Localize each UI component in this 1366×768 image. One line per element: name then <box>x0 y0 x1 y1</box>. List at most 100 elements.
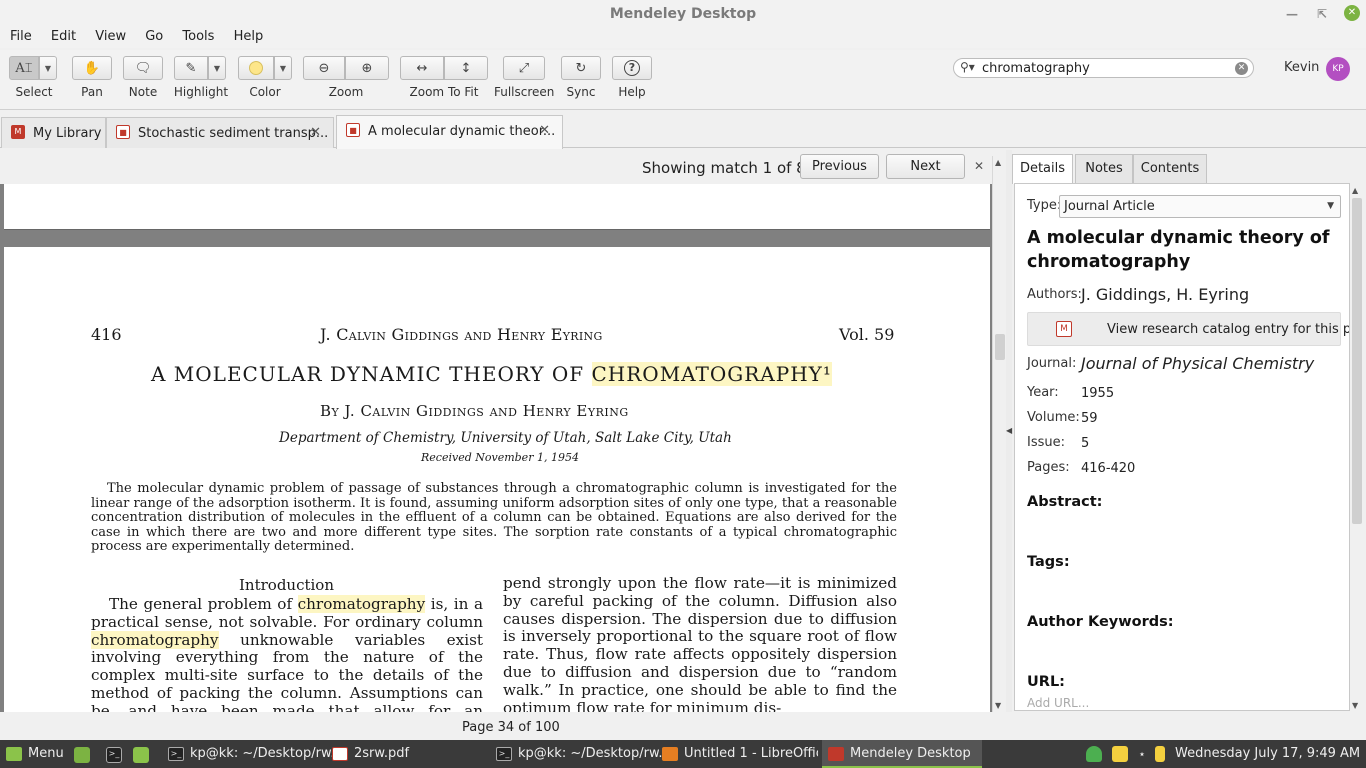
pdf-scrollbar[interactable]: ▲ ▼ <box>992 156 1006 712</box>
clear-search-icon[interactable]: ✕ <box>1235 62 1248 75</box>
previous-page <box>4 184 990 230</box>
close-window-icon[interactable]: ✕ <box>1344 5 1360 21</box>
terminal-icon: >_ <box>168 746 184 761</box>
pdf-page[interactable]: 416 J. Calvin Giddings and Henry Eyring … <box>4 247 990 712</box>
task-label: kp@kk: ~/Desktop/rw... <box>518 746 671 761</box>
type-select[interactable]: Journal Article ▼ <box>1059 195 1341 218</box>
pdf-icon: ■ <box>346 123 360 137</box>
highlight-dropdown-icon[interactable]: ▼ <box>208 56 226 80</box>
menu-view[interactable]: View <box>90 28 131 46</box>
pan-label: Pan <box>81 85 103 99</box>
start-menu-button[interactable]: Menu <box>6 740 64 768</box>
minimize-icon[interactable]: — <box>1282 4 1302 24</box>
note-icon[interactable]: 🗨 <box>123 56 163 80</box>
taskbar: Menu >_ >_ kp@kk: ~/Desktop/rw... 2srw.pd… <box>0 740 1366 768</box>
zoom-out-icon[interactable]: ⊖ <box>303 56 345 80</box>
search-icon[interactable]: ⚲▾ <box>960 60 975 74</box>
scroll-down-icon[interactable]: ▼ <box>995 701 1001 710</box>
task-terminal-1[interactable]: >_ kp@kk: ~/Desktop/rw... <box>160 740 343 768</box>
fit-height-icon[interactable]: ↕ <box>444 56 488 80</box>
color-dropdown-icon[interactable]: ▼ <box>274 56 292 80</box>
panel-splitter[interactable]: ◀ <box>1006 150 1012 712</box>
task-mendeley[interactable]: Mendeley Desktop <box>822 740 982 768</box>
files-launcher-icon[interactable] <box>133 747 149 763</box>
menu-go[interactable]: Go <box>140 28 168 46</box>
search-input[interactable]: chromatography <box>982 61 1090 76</box>
pan-hand-icon[interactable]: ✋ <box>72 56 112 80</box>
journal-value[interactable]: Journal of Physical Chemistry <box>1081 354 1314 373</box>
select-label: Select <box>15 85 53 99</box>
tab-contents[interactable]: Contents <box>1133 154 1207 184</box>
volume-value[interactable]: 59 <box>1081 411 1098 426</box>
fullscreen-icon[interactable]: ⤢ <box>503 56 545 80</box>
tab-notes[interactable]: Notes <box>1075 154 1133 184</box>
tab-molecular-dynamic-theory[interactable]: ■ A molecular dynamic theor... ✕ <box>336 115 563 149</box>
search-highlight: CHROMATOGRAPHY¹ <box>591 362 832 386</box>
pdf-viewer[interactable]: 416 J. Calvin Giddings and Henry Eyring … <box>0 184 992 712</box>
highlight-pen-icon[interactable]: ✎ <box>174 56 208 80</box>
tab-stochastic-sediment[interactable]: ■ Stochastic sediment transp... ✕ <box>106 117 334 148</box>
fullscreen-label: Fullscreen <box>494 85 555 99</box>
task-libreoffice[interactable]: Untitled 1 - LibreOffic... <box>658 740 818 768</box>
scroll-up-icon[interactable]: ▲ <box>1352 186 1358 195</box>
sync-icon[interactable]: ↻ <box>561 56 601 80</box>
scroll-up-icon[interactable]: ▲ <box>995 158 1001 167</box>
scroll-down-icon[interactable]: ▼ <box>1352 701 1358 710</box>
shield-icon[interactable] <box>1086 746 1102 762</box>
task-terminal-2[interactable]: >_ kp@kk: ~/Desktop/rw... <box>492 740 671 768</box>
previous-match-button[interactable]: Previous <box>800 154 879 179</box>
close-tab-icon[interactable]: ✕ <box>310 125 321 140</box>
user-name[interactable]: Kevin <box>1284 60 1319 75</box>
task-label: Mendeley Desktop <box>850 746 971 761</box>
wifi-icon[interactable]: ⋆ <box>1134 746 1150 762</box>
authors-label: Authors: <box>1027 287 1082 302</box>
select-dropdown-icon[interactable]: ▼ <box>39 56 57 80</box>
maximize-icon[interactable]: ⇱ <box>1312 4 1332 24</box>
pages-value[interactable]: 416-420 <box>1081 461 1135 476</box>
select-text-icon[interactable]: A⌶ <box>9 56 39 80</box>
next-match-button[interactable]: Next <box>886 154 965 179</box>
show-desktop-icon[interactable] <box>74 747 90 763</box>
clock[interactable]: Wednesday July 17, 9:49 AM <box>1175 740 1360 768</box>
tab-details[interactable]: Details <box>1012 154 1073 184</box>
search-field[interactable]: ⚲▾ chromatography ✕ <box>953 58 1254 78</box>
zoom-in-icon[interactable]: ⊕ <box>345 56 389 80</box>
fit-width-icon[interactable]: ↔ <box>400 56 444 80</box>
pdf-icon <box>332 746 348 761</box>
menu-tools[interactable]: Tools <box>177 28 219 46</box>
scroll-thumb[interactable] <box>995 334 1005 360</box>
collapse-panel-icon[interactable]: ◀ <box>1006 426 1012 435</box>
mendeley-logo-icon: M <box>1056 321 1072 337</box>
document-tab-bar: M My Library ■ Stochastic sediment trans… <box>0 111 1366 149</box>
help-label: Help <box>618 85 646 99</box>
menu-file[interactable]: File <box>5 28 37 46</box>
url-input[interactable]: Add URL... <box>1027 696 1089 710</box>
tab-my-library[interactable]: M My Library <box>1 117 106 148</box>
issue-value[interactable]: 5 <box>1081 436 1089 451</box>
details-scrollbar[interactable]: ▲ ▼ <box>1350 184 1364 712</box>
received-date: Received November 1, 1954 <box>421 451 579 464</box>
battery-icon[interactable] <box>1155 746 1165 762</box>
close-tab-icon[interactable]: ✕ <box>539 123 550 138</box>
document-title[interactable]: A molecular dynamic theory of chromatogr… <box>1027 226 1337 274</box>
help-icon[interactable]: ? <box>612 56 652 80</box>
task-pdf[interactable]: 2srw.pdf <box>328 740 488 768</box>
scroll-thumb[interactable] <box>1352 198 1362 524</box>
task-label: kp@kk: ~/Desktop/rw... <box>190 746 343 761</box>
toolbar: A⌶ ▼ Select ✋ Pan 🗨 Note ✎ ▼ Highlight ▼… <box>0 50 1366 110</box>
close-find-icon[interactable]: ✕ <box>974 159 984 173</box>
color-swatch-icon[interactable] <box>238 56 274 80</box>
search-highlight: chromatography <box>91 630 219 649</box>
abstract-label: Abstract: <box>1027 494 1103 510</box>
catalog-entry-button[interactable]: M View research catalog entry for this p… <box>1027 312 1349 346</box>
menu-help[interactable]: Help <box>229 28 269 46</box>
year-value[interactable]: 1955 <box>1081 386 1114 401</box>
task-label: Untitled 1 - LibreOffic... <box>684 746 818 761</box>
notes-icon[interactable] <box>1112 746 1128 762</box>
terminal-launcher-icon[interactable]: >_ <box>106 747 122 763</box>
author-keywords-label: Author Keywords: <box>1027 614 1174 630</box>
page-number: 416 <box>91 325 122 344</box>
menu-edit[interactable]: Edit <box>46 28 81 46</box>
avatar[interactable]: KP <box>1326 57 1350 81</box>
authors-value[interactable]: J. Giddings, H. Eyring <box>1081 285 1249 304</box>
